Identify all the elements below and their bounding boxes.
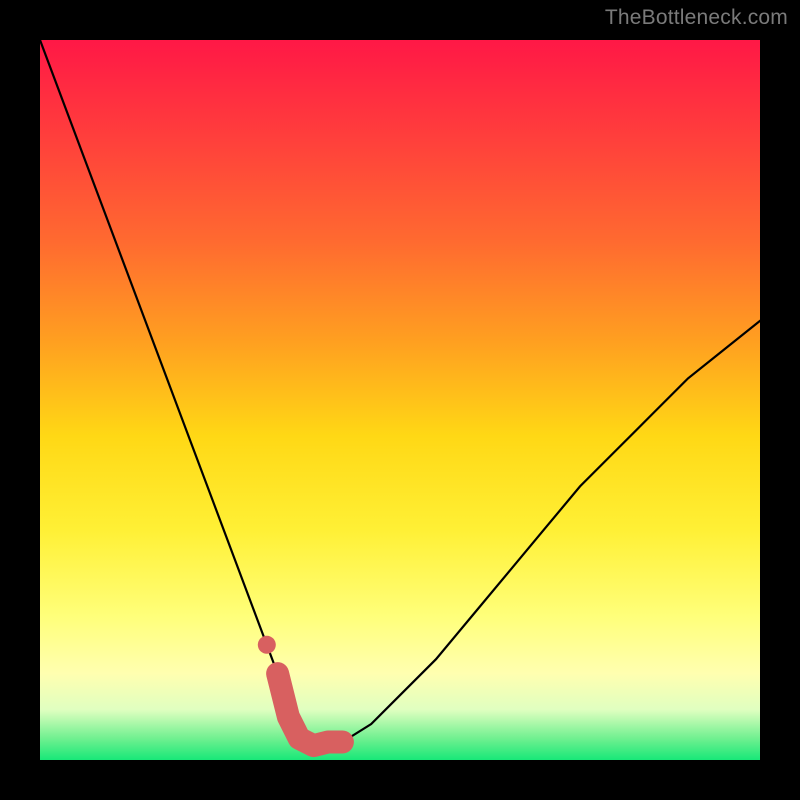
- main-curve: [40, 40, 760, 746]
- plot-area: [40, 40, 760, 760]
- highlight-dot: [258, 636, 276, 654]
- highlight-u-segment: [278, 674, 343, 746]
- curve-svg: [40, 40, 760, 760]
- watermark-text: TheBottleneck.com: [605, 6, 788, 30]
- chart-stage: TheBottleneck.com: [0, 0, 800, 800]
